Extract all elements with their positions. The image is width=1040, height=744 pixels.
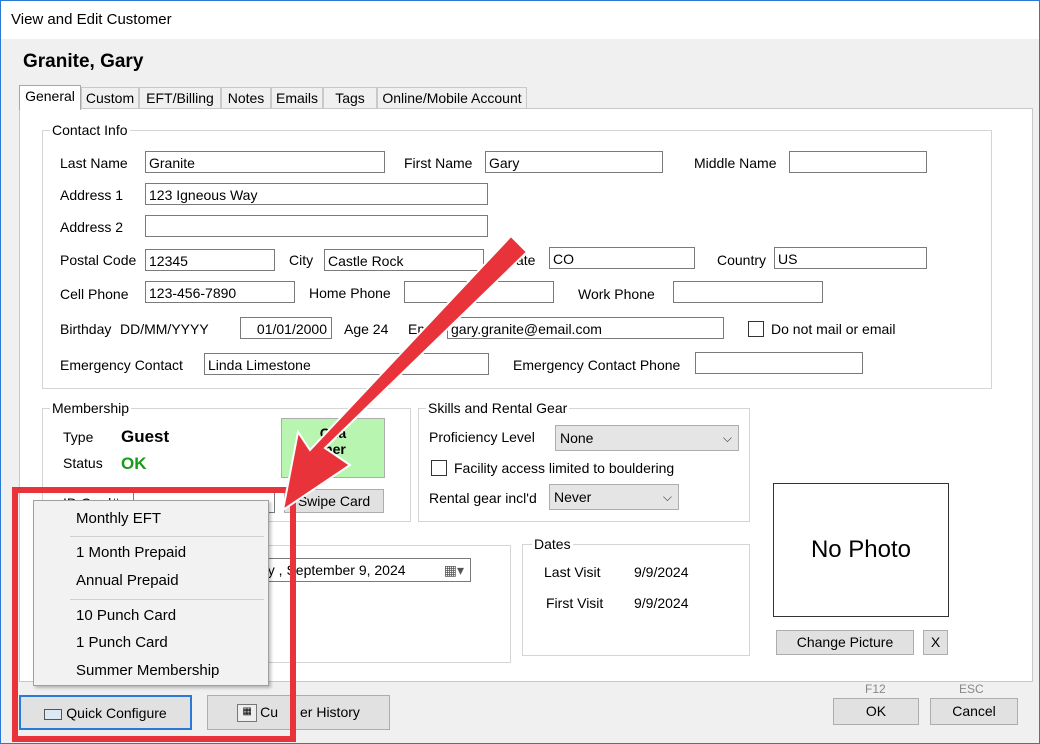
birthday-format-label: DD/MM/YYYY	[120, 321, 209, 337]
city-label: City	[289, 252, 314, 268]
ok-shortcut-hint: F12	[865, 682, 886, 696]
email-field[interactable]: gary.granite@email.com	[447, 317, 724, 339]
address1-field[interactable]: 123 Igneous Way	[145, 183, 488, 205]
middle-name-field[interactable]	[789, 151, 927, 173]
middle-name-label: Middle Name	[694, 155, 777, 171]
no-photo-text: No Photo	[810, 536, 912, 563]
tab-notes[interactable]: Notes	[221, 87, 271, 110]
last-visit-label: Last Visit	[544, 564, 601, 580]
rental-gear-select[interactable]: Never ⌵	[549, 484, 679, 510]
cancel-shortcut-hint: ESC	[959, 682, 984, 696]
contact-info-label: Contact Info	[50, 122, 130, 138]
ok-button[interactable]: OK	[833, 698, 919, 725]
cancel-button[interactable]: Cancel	[930, 698, 1018, 725]
first-visit-label: First Visit	[546, 595, 604, 611]
emergency-phone-field[interactable]	[695, 352, 863, 374]
first-name-label: First Name	[404, 155, 473, 171]
rental-gear-label: Rental gear incl'd	[429, 490, 537, 506]
change-summer-type-button[interactable]: Cha mer ype	[281, 418, 385, 478]
home-phone-field[interactable]	[404, 281, 554, 303]
bouldering-checkbox[interactable]	[431, 460, 447, 476]
membership-status-value: OK	[121, 454, 147, 473]
bouldering-label: Facility access limited to bouldering	[454, 460, 675, 476]
change-picture-button[interactable]: Change Picture	[776, 630, 914, 655]
postal-code-label: Postal Code	[60, 252, 137, 268]
birthday-field[interactable]: 01/01/2000	[240, 317, 332, 339]
customer-history-label-end: er History	[300, 704, 360, 720]
last-visit-value: 9/9/2024	[634, 564, 689, 580]
emergency-contact-label: Emergency Contact	[60, 357, 183, 373]
tab-emails[interactable]: Emails	[271, 87, 323, 110]
change-button-line3: ype	[320, 457, 346, 473]
rental-gear-value: Never	[554, 489, 592, 505]
change-button-line1: Cha	[319, 425, 347, 441]
chevron-down-icon: ⌵	[662, 490, 672, 504]
first-visit-value: 9/9/2024	[634, 595, 689, 611]
title-bar: View and Edit Customer	[1, 1, 1039, 39]
postal-code-field[interactable]: 12345	[145, 249, 275, 271]
change-button-line2: mer	[320, 441, 346, 457]
photo-box: No Photo	[773, 483, 949, 617]
state-label: ate	[516, 252, 536, 268]
highlight-box	[12, 487, 296, 742]
tab-eft-billing[interactable]: EFT/Billing	[139, 87, 221, 110]
tab-tags[interactable]: Tags	[323, 87, 377, 110]
last-name-label: Last Name	[60, 155, 128, 171]
emergency-contact-field[interactable]: Linda Limestone	[204, 353, 489, 375]
calendar-icon[interactable]: ▦▾	[444, 559, 464, 581]
tab-online-mobile-account[interactable]: Online/Mobile Account	[377, 87, 527, 110]
cell-phone-field[interactable]: 123-456-7890	[145, 281, 295, 303]
address2-field[interactable]	[145, 215, 488, 237]
tab-general[interactable]: General	[19, 85, 81, 110]
birthday-label: Birthday	[60, 321, 112, 337]
age-label: Age 24	[344, 321, 389, 337]
membership-type-value: Guest	[121, 427, 170, 446]
chevron-down-icon: ⌵	[722, 431, 732, 445]
remove-photo-button[interactable]: X	[923, 630, 948, 655]
tab-custom[interactable]: Custom	[81, 87, 139, 110]
emergency-phone-label: Emergency Contact Phone	[513, 357, 681, 373]
skills-label: Skills and Rental Gear	[426, 400, 570, 416]
last-name-field[interactable]: Granite	[145, 151, 385, 173]
country-field[interactable]: US	[774, 247, 927, 269]
state-field[interactable]: CO	[549, 247, 695, 269]
proficiency-label: Proficiency Level	[429, 429, 535, 445]
customer-name-heading: Granite, Gary	[23, 51, 144, 72]
email-label: Em	[408, 321, 429, 337]
address1-label: Address 1	[60, 187, 124, 203]
address2-label: Address 2	[60, 219, 124, 235]
proficiency-value: None	[560, 430, 594, 446]
cell-phone-label: Cell Phone	[60, 286, 129, 302]
first-name-field[interactable]: Gary	[485, 151, 663, 173]
do-not-mail-checkbox[interactable]	[748, 321, 764, 337]
home-phone-label: Home Phone	[309, 285, 391, 301]
window-title: View and Edit Customer	[11, 11, 172, 28]
work-phone-field[interactable]	[673, 281, 823, 303]
membership-type-label: Type	[63, 429, 94, 445]
proficiency-select[interactable]: None ⌵	[555, 425, 739, 451]
membership-label: Membership	[50, 400, 132, 416]
dates-label: Dates	[532, 536, 573, 552]
do-not-mail-label: Do not mail or email	[771, 321, 896, 337]
work-phone-label: Work Phone	[578, 286, 655, 302]
city-field[interactable]: Castle Rock	[324, 249, 484, 271]
country-label: Country	[717, 252, 767, 268]
swipe-card-button[interactable]: Swipe Card	[284, 489, 384, 513]
membership-status-label: Status	[63, 455, 103, 471]
